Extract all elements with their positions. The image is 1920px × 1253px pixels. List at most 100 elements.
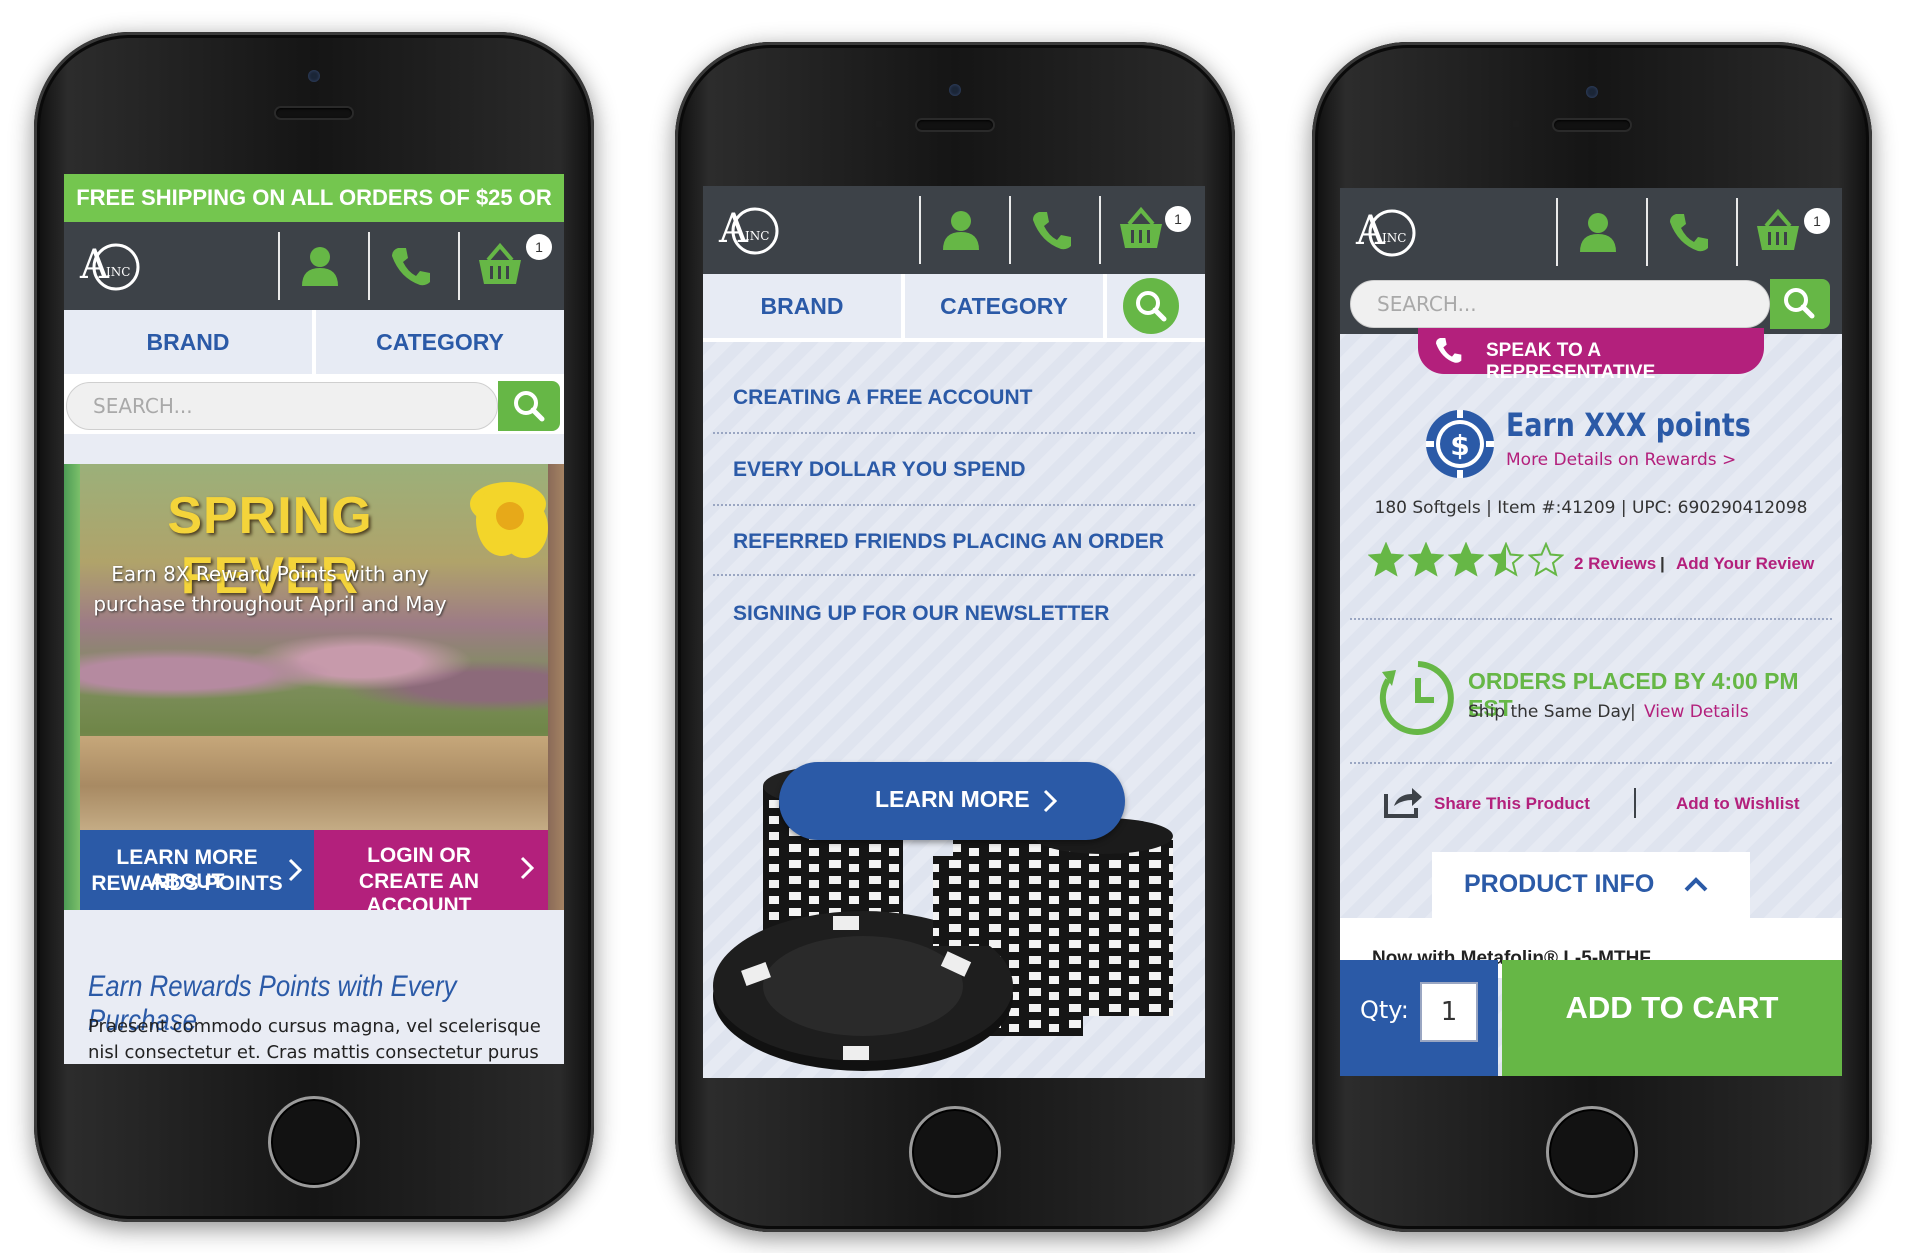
header-divider xyxy=(1099,196,1101,264)
reviews-separator: | xyxy=(1660,554,1665,573)
front-camera xyxy=(1586,86,1598,98)
a-inc-logo[interactable]: A INC xyxy=(1352,200,1424,262)
menu-item-every-dollar[interactable]: EVERY DOLLAR YOU SPEND xyxy=(733,458,1026,482)
menu-item-referred-friends[interactable]: REFERRED FRIENDS PLACING AN ORDER xyxy=(733,530,1164,554)
account-icon[interactable] xyxy=(296,242,344,290)
account-icon[interactable] xyxy=(1574,208,1622,256)
login-label-2: CREATE AN ACCOUNT xyxy=(358,870,480,910)
cart-basket-icon[interactable] xyxy=(476,242,524,290)
nav-tabs: BRAND CATEGORY xyxy=(64,310,564,378)
search-input[interactable]: SEARCH... xyxy=(1350,280,1770,328)
phone-frame-3: A INC 1 SEARCH... SPEAK TO A REPRESENTAT… xyxy=(1312,42,1872,1232)
svg-text:INC: INC xyxy=(106,265,130,279)
rating-stars xyxy=(1368,542,1564,582)
reviews-link[interactable]: 2 Reviews xyxy=(1574,554,1656,574)
earpiece-speaker xyxy=(276,108,352,118)
header-divider xyxy=(278,232,280,300)
phone-frame-1: FREE SHIPPING ON ALL ORDERS OF $25 OR MO… xyxy=(34,32,594,1222)
chevron-right-icon xyxy=(288,858,302,882)
product-meta: 180 Softgels | Item #:41209 | UPC: 69029… xyxy=(1374,498,1808,518)
add-review-link[interactable]: Add Your Review xyxy=(1676,554,1814,574)
share-wishlist-divider xyxy=(1634,788,1636,818)
star-icon xyxy=(1528,542,1564,577)
qty-label: Qty: xyxy=(1360,996,1409,1024)
learn-rewards-label-2: REWARDS POINTS xyxy=(91,872,283,895)
site-header: A INC 1 xyxy=(64,222,564,310)
phone-icon[interactable] xyxy=(1027,206,1075,254)
account-icon[interactable] xyxy=(937,206,985,254)
promo-title: SPRING FEVER xyxy=(167,487,373,605)
a-inc-logo[interactable]: A INC xyxy=(76,234,148,296)
menu-divider xyxy=(713,574,1195,576)
rewards-coin-icon: $ xyxy=(1426,410,1494,478)
cart-basket-icon[interactable] xyxy=(1754,208,1802,256)
speak-representative-button[interactable]: SPEAK TO A REPRESENTATIVE xyxy=(1418,328,1764,383)
home-button[interactable] xyxy=(1546,1106,1638,1198)
learn-more-label: LEARN MORE xyxy=(875,786,1030,812)
header-divider xyxy=(1736,198,1738,266)
star-icon xyxy=(1488,542,1524,577)
header-divider xyxy=(1009,196,1011,264)
header-divider xyxy=(368,232,370,300)
cart-basket-icon[interactable] xyxy=(1117,206,1165,254)
menu-divider xyxy=(713,504,1195,506)
header-divider xyxy=(458,232,460,300)
spring-fever-banner[interactable]: SPRING FEVER Earn 8X Reward Points with … xyxy=(80,464,548,910)
phone-icon[interactable] xyxy=(1664,208,1712,256)
home-button[interactable] xyxy=(268,1096,360,1188)
speak-representative-label: SPEAK TO A REPRESENTATIVE xyxy=(1486,340,1656,383)
search-input[interactable]: SEARCH... xyxy=(66,382,498,430)
login-label-1: LOGIN OR xyxy=(367,844,471,867)
screen-2: A INC 1 BRAND CATEGORY CREATING A FREE A… xyxy=(703,186,1205,1078)
a-inc-logo[interactable]: A INC xyxy=(715,198,787,260)
section-divider xyxy=(1350,618,1832,620)
rewards-body-line-1: Praesent commodo cursus magna, vel scele… xyxy=(88,1016,541,1037)
svg-text:INC: INC xyxy=(745,229,769,243)
search-button[interactable] xyxy=(1770,279,1830,329)
park-trees xyxy=(80,614,548,734)
tab-category[interactable]: CATEGORY xyxy=(316,310,564,374)
more-details-link[interactable]: More Details on Rewards > xyxy=(1506,450,1736,470)
search-toggle-button[interactable] xyxy=(1107,274,1205,338)
rewards-body-line-2: nisl consectetur et. Cras mattis consect… xyxy=(88,1042,539,1063)
header-divider xyxy=(1556,198,1558,266)
tab-brand[interactable]: BRAND xyxy=(703,274,901,338)
menu-item-free-account[interactable]: CREATING A FREE ACCOUNT xyxy=(733,386,1032,410)
chevron-right-icon xyxy=(1043,789,1057,813)
header-divider xyxy=(919,196,921,264)
share-icon xyxy=(1384,788,1422,818)
learn-more-button[interactable]: LEARN MORE xyxy=(779,762,1125,840)
search-button[interactable] xyxy=(498,381,560,431)
qty-input[interactable]: 1 xyxy=(1420,982,1478,1042)
front-camera xyxy=(308,70,320,82)
section-divider xyxy=(1350,762,1832,764)
product-info-tab[interactable]: PRODUCT INFO xyxy=(1432,852,1750,918)
login-create-account-button[interactable]: LOGIN OR CREATE AN ACCOUNT xyxy=(314,830,548,910)
add-to-wishlist-link[interactable]: Add to Wishlist xyxy=(1676,794,1800,814)
chevron-right-icon xyxy=(520,856,534,880)
front-camera xyxy=(949,84,961,96)
svg-text:INC: INC xyxy=(1382,231,1406,245)
tab-category[interactable]: CATEGORY xyxy=(905,274,1103,338)
share-product-link[interactable]: Share This Product xyxy=(1434,794,1590,814)
banner-side-right xyxy=(548,464,564,910)
banner-side-left xyxy=(64,464,80,910)
star-icon xyxy=(1408,542,1444,577)
earn-points-heading: Earn XXX points xyxy=(1506,406,1751,444)
view-details-link[interactable]: View Details xyxy=(1644,702,1749,722)
phone-icon xyxy=(1436,338,1462,363)
site-header: A INC 1 xyxy=(1340,188,1842,276)
cart-count-badge: 1 xyxy=(526,234,552,260)
pond-reflection xyxy=(80,736,548,836)
home-button[interactable] xyxy=(909,1106,1001,1198)
phone-icon[interactable] xyxy=(386,242,434,290)
star-icon xyxy=(1448,542,1484,577)
menu-item-newsletter[interactable]: SIGNING UP FOR OUR NEWSLETTER xyxy=(733,602,1109,626)
product-info-label: PRODUCT INFO xyxy=(1464,870,1655,898)
add-to-cart-button[interactable]: ADD TO CART xyxy=(1502,960,1842,1076)
free-shipping-banner[interactable]: FREE SHIPPING ON ALL ORDERS OF $25 OR MO… xyxy=(64,174,564,258)
search-icon xyxy=(1123,278,1179,334)
earpiece-speaker xyxy=(1554,120,1630,130)
learn-rewards-button[interactable]: LEARN MORE ABOUT REWARDS POINTS xyxy=(80,830,314,910)
tab-brand[interactable]: BRAND xyxy=(64,310,312,374)
